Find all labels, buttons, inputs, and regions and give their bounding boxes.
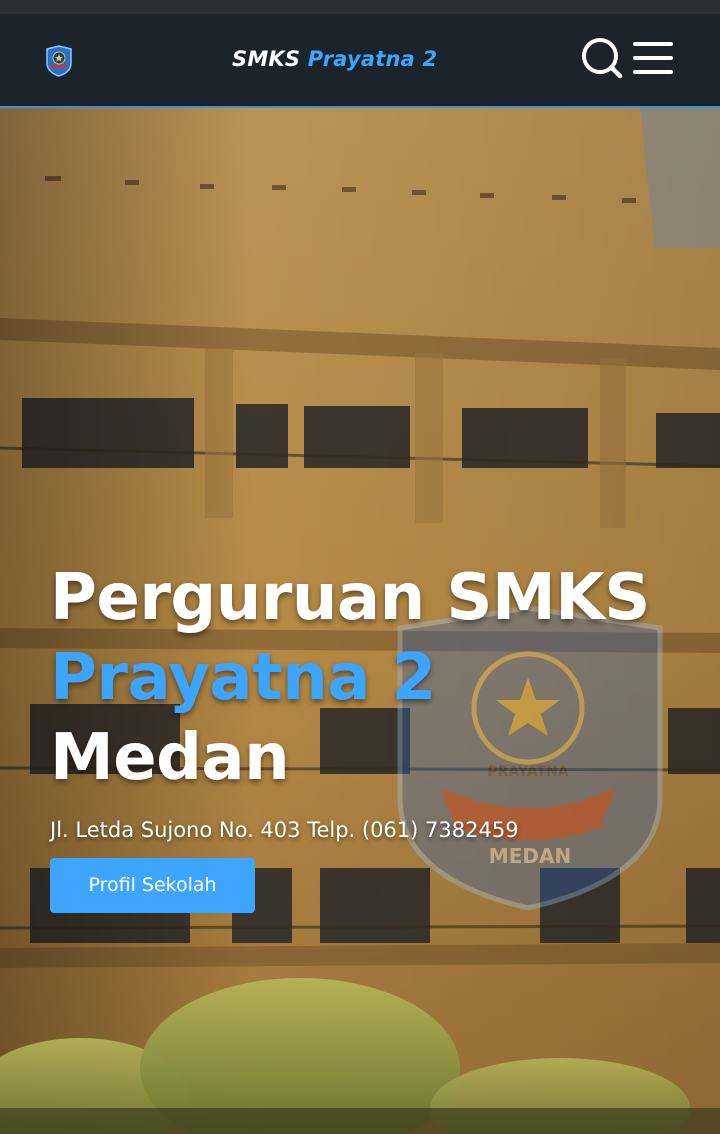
brand-main: SMKS xyxy=(232,47,301,71)
hero-section: PRAYATNA MEDAN Perguruan SMKS Prayatna 2… xyxy=(0,108,720,1134)
hero-title-line2: Prayatna 2 xyxy=(50,641,436,715)
status-strip xyxy=(0,0,720,14)
brand-title[interactable]: SMKS Prayatna 2 xyxy=(232,47,437,71)
hamburger-menu-icon[interactable] xyxy=(630,38,676,78)
school-crest-icon[interactable] xyxy=(44,45,74,77)
profil-sekolah-button[interactable]: Profil Sekolah xyxy=(50,858,255,913)
search-icon[interactable] xyxy=(578,34,626,82)
hero-title-line1: Perguruan SMKS xyxy=(50,561,650,635)
hero-content: Perguruan SMKS Prayatna 2 Medan Jl. Letd… xyxy=(50,558,690,913)
school-address: Jl. Letda Sujono No. 403 Telp. (061) 738… xyxy=(50,818,519,842)
navbar: SMKS Prayatna 2 xyxy=(0,14,720,108)
hero-title: Perguruan SMKS Prayatna 2 Medan xyxy=(50,558,690,798)
brand-accent: Prayatna 2 xyxy=(307,47,438,71)
hero-title-line3: Medan xyxy=(50,721,290,795)
